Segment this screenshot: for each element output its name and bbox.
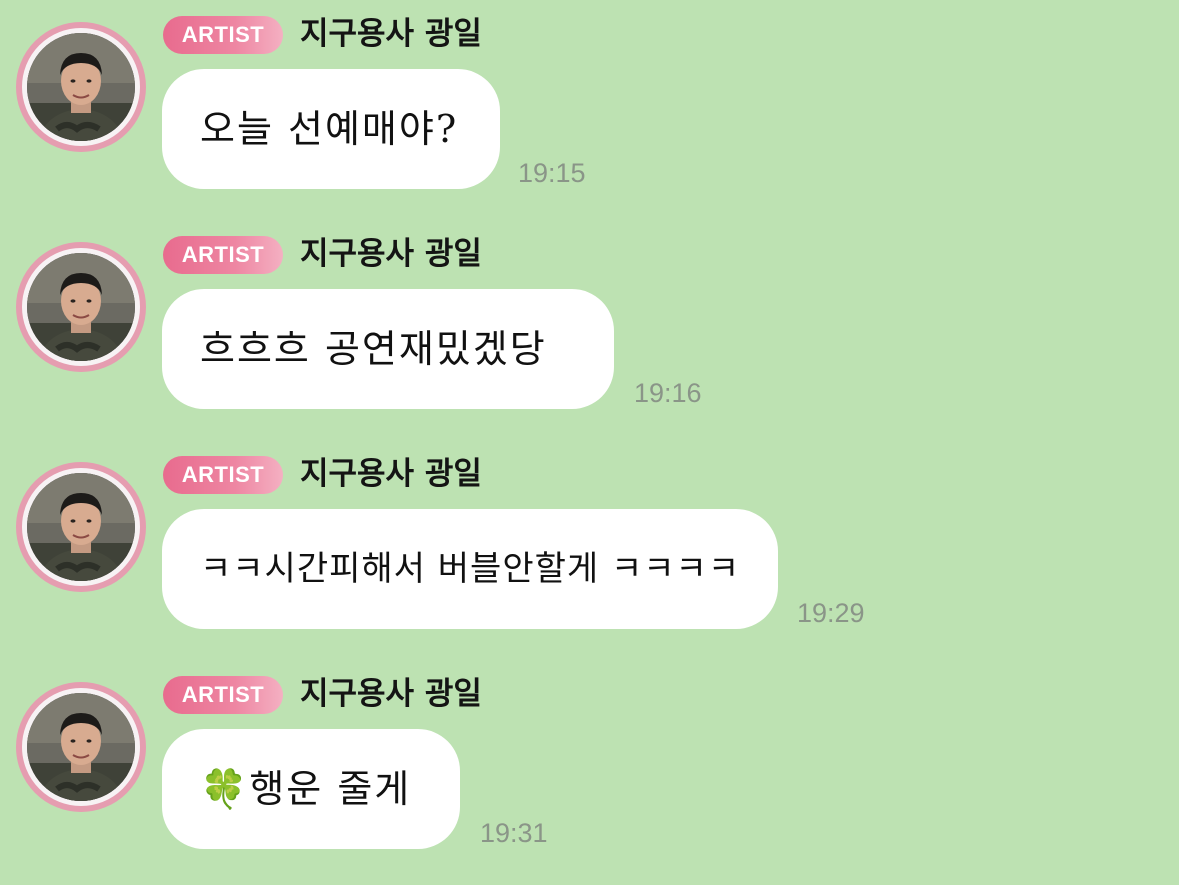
- chat-message-list[interactable]: ARTIST 지구용사 광일 오늘 선예매야? 19:15 ARTIST 지구용…: [0, 0, 1179, 885]
- message-timestamp: 19:16: [634, 378, 702, 408]
- message-bubble[interactable]: 오늘 선예매야?: [162, 69, 500, 189]
- avatar[interactable]: [16, 682, 146, 812]
- avatar-photo-icon: [27, 33, 135, 141]
- chat-message: ARTIST 지구용사 광일 오늘 선예매야? 19:15: [0, 0, 1179, 200]
- sender-name: 지구용사 광일: [300, 16, 482, 52]
- message-bubble[interactable]: ㅋㅋ시간피해서 버블안할게 ㅋㅋㅋㅋ: [162, 509, 778, 629]
- sender-name: 지구용사 광일: [300, 456, 482, 492]
- message-bubble[interactable]: 🍀행운 줄게: [162, 729, 460, 849]
- avatar[interactable]: [16, 22, 146, 152]
- avatar-photo-icon: [27, 473, 135, 581]
- chat-message: ARTIST 지구용사 광일 🍀행운 줄게 19:31: [0, 660, 1179, 860]
- avatar-photo-icon: [27, 693, 135, 801]
- avatar[interactable]: [16, 462, 146, 592]
- message-bubble[interactable]: 흐흐흐 공연재밌겠당: [162, 289, 614, 409]
- chat-message: ARTIST 지구용사 광일 흐흐흐 공연재밌겠당 19:16: [0, 220, 1179, 420]
- artist-badge: ARTIST: [163, 456, 283, 494]
- artist-badge: ARTIST: [163, 16, 283, 54]
- chat-message: ARTIST 지구용사 광일 ㅋㅋ시간피해서 버블안할게 ㅋㅋㅋㅋ 19:29: [0, 440, 1179, 640]
- sender-name: 지구용사 광일: [300, 236, 482, 272]
- avatar-photo-icon: [27, 253, 135, 361]
- message-timestamp: 19:15: [518, 158, 586, 188]
- avatar[interactable]: [16, 242, 146, 372]
- message-timestamp: 19:29: [797, 598, 865, 628]
- sender-name: 지구용사 광일: [300, 676, 482, 712]
- message-timestamp: 19:31: [480, 818, 548, 848]
- artist-badge: ARTIST: [163, 676, 283, 714]
- artist-badge: ARTIST: [163, 236, 283, 274]
